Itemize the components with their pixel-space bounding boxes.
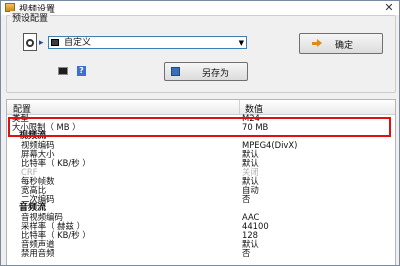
grid-row[interactable]: 比特率（ KB/秒 ） 128 [7, 231, 395, 240]
arrow-right-icon: ▸ [39, 38, 44, 48]
section-row[interactable]: 音频流 [7, 204, 395, 213]
grid-row[interactable]: 比特率（ KB/秒 ）默认 [7, 159, 395, 168]
video-settings-window: 视频设置 ✕ 预设配置 ▸ 自定义 ▼ 确定 ? 另存为 配置 数值 类型 M24… [0, 0, 400, 266]
chevron-down-icon[interactable]: ▼ [239, 37, 244, 49]
help-icon[interactable]: ? [77, 66, 86, 76]
highlight-box [8, 117, 391, 137]
column-divider[interactable] [239, 100, 240, 114]
ok-button-label: 确定 [335, 41, 354, 51]
grid-row[interactable]: 禁用音频否 [7, 249, 395, 258]
grid-row[interactable]: 音频声道 默认 [7, 240, 395, 249]
grid-row[interactable]: 每秒帧数 默认 [7, 177, 395, 186]
preset-format-icon [51, 39, 59, 46]
save-as-label: 另存为 [202, 69, 230, 79]
grid-row[interactable]: CRF 关闭 [7, 168, 395, 177]
ok-button[interactable]: 确定 [299, 33, 383, 54]
media-file-icon [23, 33, 37, 51]
grid-row[interactable]: 视频编码 MPEG4(DivX) [7, 141, 395, 150]
preset-group-label: 预设配置 [10, 11, 51, 24]
preset-combo-value: 自定义 [64, 38, 92, 48]
grid-row[interactable]: 二次编码否 [7, 195, 395, 204]
grid-header: 配置 数值 [7, 100, 395, 115]
preset-group [6, 15, 396, 93]
grid-row[interactable]: 宽高比 自动 [7, 186, 395, 195]
arrow-right-icon [312, 39, 322, 48]
save-icon [171, 67, 180, 76]
close-icon[interactable]: ✕ [382, 1, 396, 14]
title-bar: 视频设置 ✕ [1, 1, 399, 15]
command-line-icon[interactable] [58, 67, 68, 75]
save-as-button[interactable]: 另存为 [164, 62, 248, 81]
preset-combo[interactable]: 自定义 ▼ [48, 36, 247, 49]
